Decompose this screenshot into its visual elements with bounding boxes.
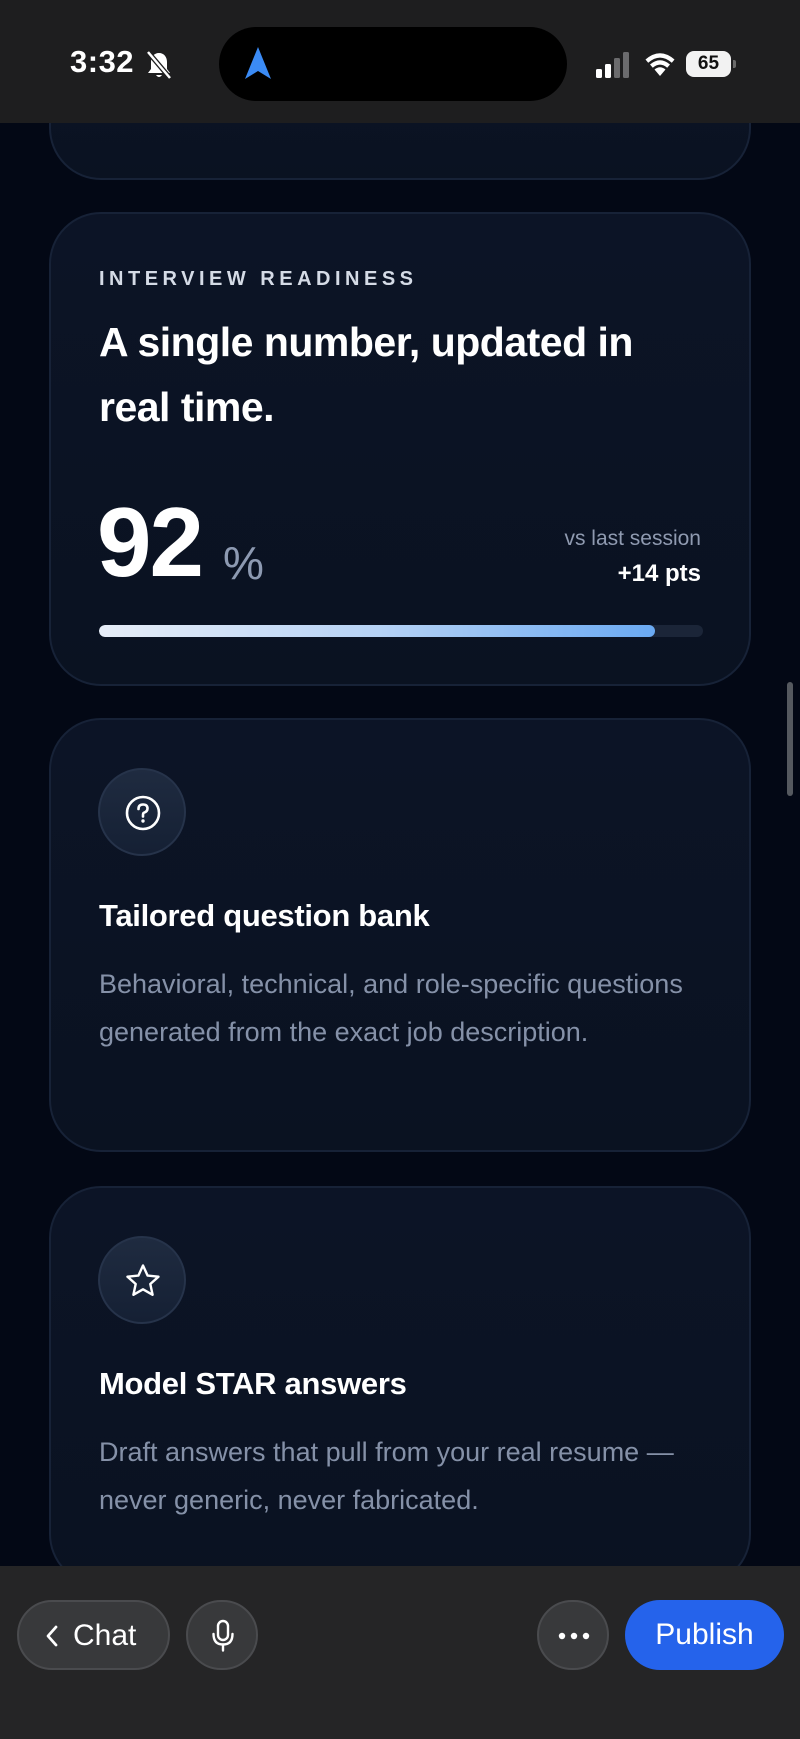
feature-icon-badge <box>98 768 186 856</box>
readiness-progress-bar <box>99 625 703 637</box>
feature-title: Model STAR answers <box>99 1366 407 1401</box>
publish-button[interactable]: Publish <box>625 1600 784 1670</box>
feature-description: Draft answers that pull from your real r… <box>99 1437 674 1515</box>
ellipsis-icon <box>558 1632 590 1640</box>
readiness-score-unit: % <box>223 537 264 589</box>
battery-level: 65 <box>686 51 731 77</box>
battery-cap <box>733 60 736 68</box>
bottom-toolbar: Chat Publish <box>0 1566 800 1739</box>
feature-icon-badge <box>98 1236 186 1324</box>
readiness-title: A single number, updated in real time. <box>99 319 633 430</box>
feature-description: Behavioral, technical, and role-specific… <box>99 969 683 1047</box>
star-icon <box>126 1264 160 1296</box>
readiness-score: 92 <box>97 487 204 597</box>
chat-button-label: Chat <box>73 1619 137 1652</box>
chevron-left-icon <box>46 1625 58 1647</box>
readiness-progress-fill <box>99 625 655 637</box>
status-bar: 3:32 65 <box>0 0 800 123</box>
more-options-button[interactable] <box>537 1600 609 1670</box>
screen: 3:32 65 INTERVIEW READINESS A single num… <box>0 0 800 1739</box>
battery-icon: 65 <box>686 51 736 77</box>
readiness-eyebrow: INTERVIEW READINESS <box>99 268 418 290</box>
location-arrow-icon <box>245 47 271 79</box>
question-circle-icon <box>125 795 161 831</box>
microphone-button[interactable] <box>186 1600 258 1670</box>
feature-title: Tailored question bank <box>99 898 430 933</box>
scrollbar-thumb[interactable] <box>787 682 793 796</box>
wifi-icon <box>645 53 675 76</box>
readiness-card: INTERVIEW READINESS A single number, upd… <box>49 212 751 686</box>
feature-card-question-bank: Tailored question bank Behavioral, techn… <box>49 718 751 1152</box>
bell-slash-icon <box>146 50 172 80</box>
comparison-delta: +14 pts <box>617 560 701 587</box>
feature-card-star-answers: Model STAR answers Draft answers that pu… <box>49 1186 751 1586</box>
comparison-label: vs last session <box>564 527 701 550</box>
cellular-signal-icon <box>596 52 629 78</box>
back-to-chat-button[interactable]: Chat <box>17 1600 170 1670</box>
microphone-icon <box>212 1619 234 1652</box>
status-time: 3:32 <box>70 44 135 79</box>
